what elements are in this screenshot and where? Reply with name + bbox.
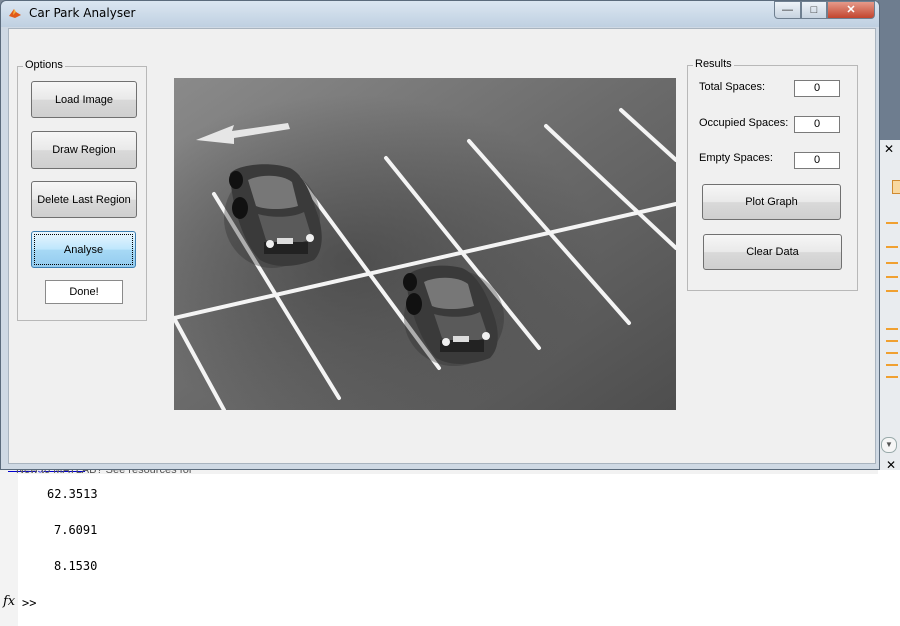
window-title: Car Park Analyser — [29, 6, 136, 20]
figure-client-area: Options Load Image Draw Region Delete La… — [8, 28, 876, 464]
car-park-analyser-window: Car Park Analyser — □ ✕ Options Load Ima… — [0, 0, 880, 470]
options-panel: Options Load Image Draw Region Delete La… — [17, 59, 147, 321]
analyse-button[interactable]: Analyse — [31, 231, 136, 268]
history-marker — [886, 246, 898, 248]
history-marker — [886, 376, 898, 378]
history-marker — [886, 262, 898, 264]
close-icon[interactable]: ✕ — [886, 458, 896, 472]
total-spaces-value: 0 — [794, 80, 840, 97]
history-marker — [886, 290, 898, 292]
history-marker — [886, 276, 898, 278]
command-prompt[interactable]: >> — [22, 596, 36, 610]
title-bar[interactable]: Car Park Analyser — □ ✕ — [1, 1, 879, 27]
desktop-side-panel: ✕ ▼ ✕ — [878, 0, 900, 472]
matlab-icon — [9, 9, 21, 18]
close-icon[interactable]: ✕ — [884, 142, 894, 156]
options-legend: Options — [23, 59, 65, 71]
maximize-button[interactable]: □ — [801, 1, 827, 19]
workspace-variable-icon — [892, 180, 900, 194]
parking-lot-photo — [174, 78, 676, 410]
total-spaces-label: Total Spaces: — [699, 81, 766, 93]
chevron-down-icon[interactable]: ▼ — [881, 437, 897, 453]
empty-spaces-value: 0 — [794, 152, 840, 169]
plot-graph-button[interactable]: Plot Graph — [702, 184, 841, 220]
history-marker — [886, 364, 898, 366]
status-text: Done! — [45, 280, 123, 304]
output-line: 62.3513 — [47, 487, 98, 501]
load-image-button[interactable]: Load Image — [31, 81, 137, 118]
history-marker — [886, 352, 898, 354]
results-panel: Results Total Spaces: 0 Occupied Spaces:… — [687, 58, 858, 291]
car-park-image[interactable] — [174, 78, 676, 410]
history-marker — [886, 328, 898, 330]
output-line: 8.1530 — [54, 559, 98, 573]
delete-last-region-button[interactable]: Delete Last Region — [31, 181, 137, 218]
occupied-spaces-label: Occupied Spaces: — [699, 117, 789, 129]
empty-spaces-label: Empty Spaces: — [699, 152, 773, 164]
output-line: 7.6091 — [54, 523, 98, 537]
clear-data-button[interactable]: Clear Data — [703, 234, 842, 270]
occupied-spaces-value: 0 — [794, 116, 840, 133]
desktop-strip — [878, 0, 900, 140]
results-legend: Results — [693, 58, 734, 70]
history-marker — [886, 222, 898, 224]
command-window[interactable]: 62.3513 7.6091 8.1530 fx >> — [0, 474, 900, 626]
fx-icon[interactable]: fx — [3, 594, 15, 609]
history-marker — [886, 340, 898, 342]
minimize-button[interactable]: — — [774, 1, 801, 19]
close-button[interactable]: ✕ — [827, 1, 875, 19]
draw-region-button[interactable]: Draw Region — [31, 131, 137, 169]
